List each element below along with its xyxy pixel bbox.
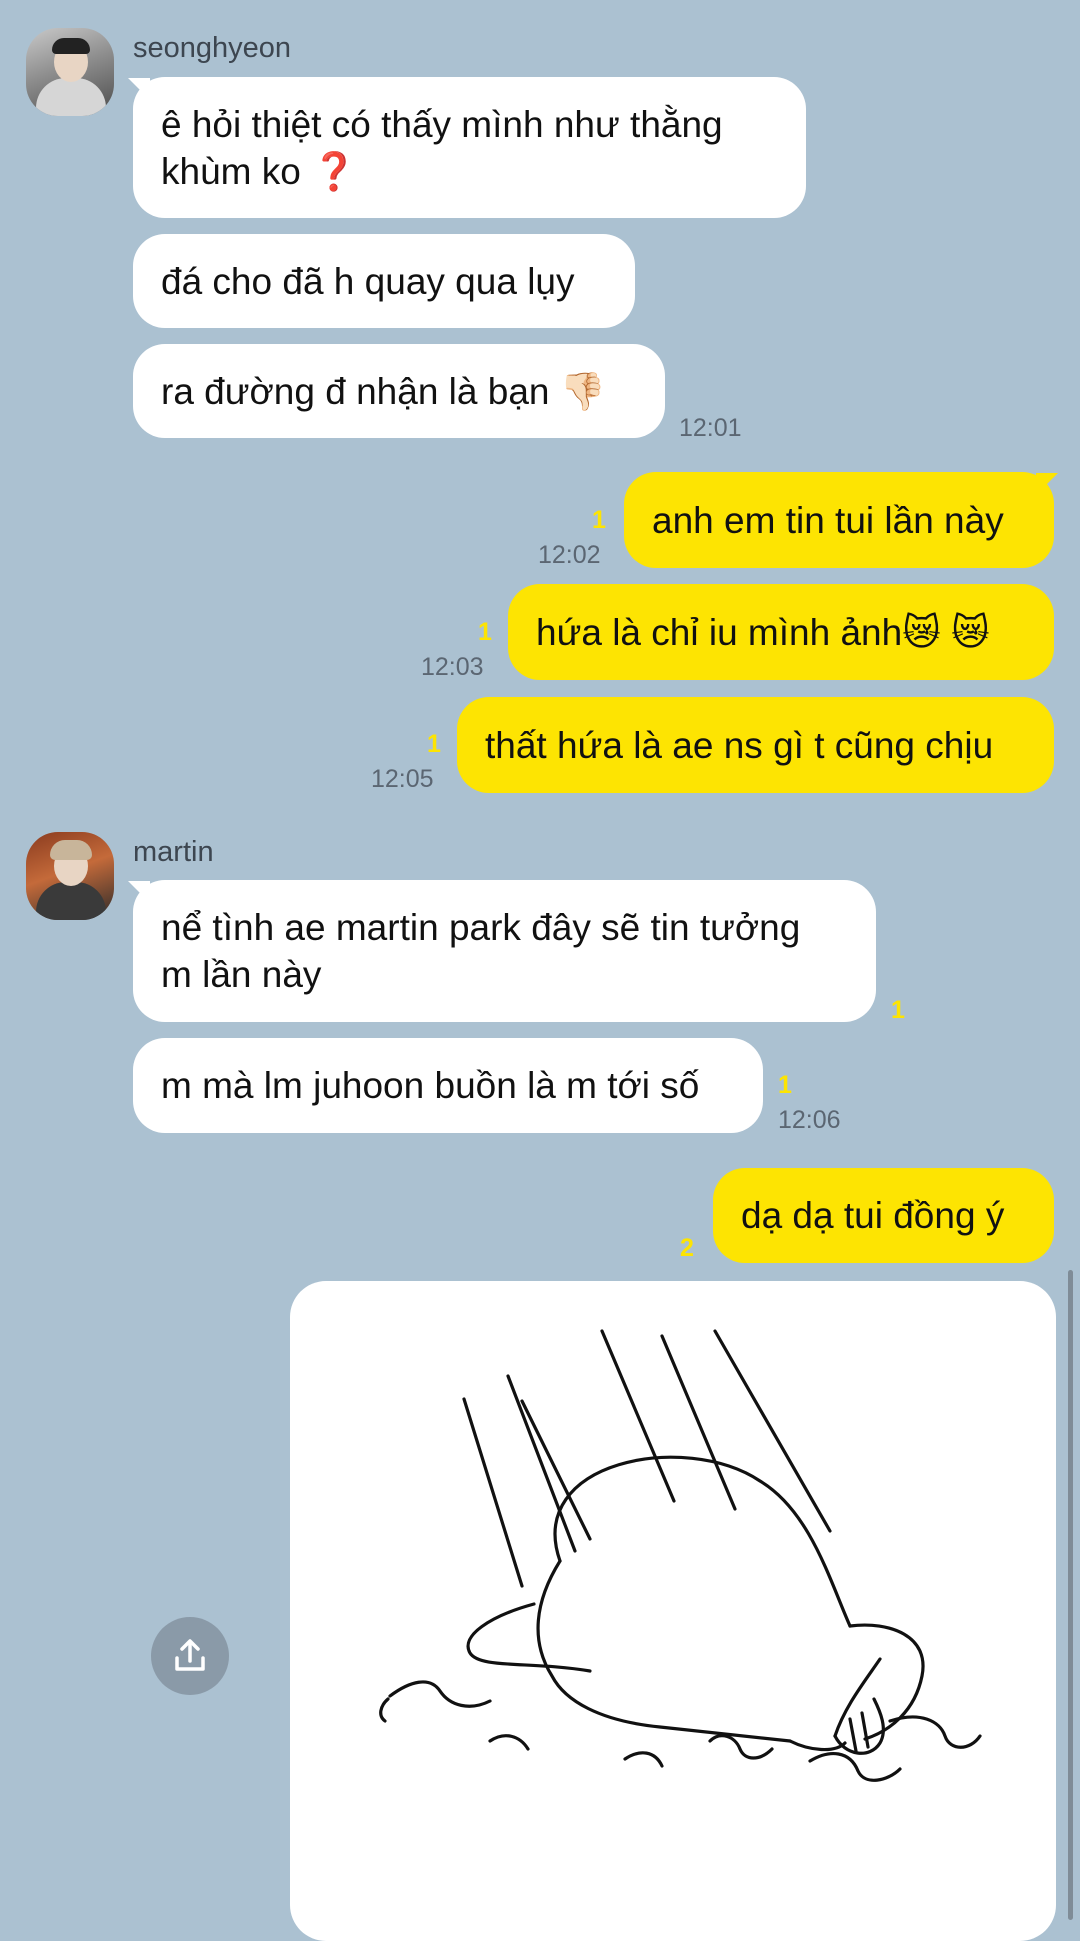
message-bubble-incoming[interactable]: ra đường đ nhận là bạn 👎🏻 bbox=[133, 344, 665, 438]
message-text: dạ dạ tui đồng ý bbox=[741, 1195, 1005, 1236]
message-time: 12:01 bbox=[679, 414, 742, 442]
message-text: ê hỏi thiệt có thấy mình như thằng bbox=[161, 104, 723, 145]
message-bubble-incoming[interactable]: ê hỏi thiệt có thấy mình như thằng khùm … bbox=[133, 77, 806, 218]
share-button[interactable] bbox=[151, 1617, 229, 1695]
message-time: 12:03 bbox=[421, 653, 484, 681]
sender-name: seonghyeon bbox=[133, 32, 292, 64]
message-text: hứa là chỉ iu mình ảnh bbox=[536, 611, 903, 653]
message-text: m lần này bbox=[161, 954, 322, 995]
message-text: nể tình ae martin park đây sẽ tin tưởng bbox=[161, 907, 801, 948]
crying-cat-icon: 😿 😿 bbox=[902, 611, 990, 653]
message-text: đá cho đã h quay qua lụy bbox=[161, 260, 575, 302]
message-bubble-incoming[interactable]: đá cho đã h quay qua lụy bbox=[133, 234, 635, 328]
message-text: anh em tin tui lần này bbox=[652, 499, 1004, 541]
unread-count: 1 bbox=[427, 730, 441, 758]
message-bubble-outgoing[interactable]: thất hứa là ae ns gì t cũng chịu bbox=[457, 697, 1054, 793]
sender-name: martin bbox=[133, 836, 214, 868]
unread-count: 1 bbox=[592, 506, 606, 534]
upload-share-icon bbox=[175, 1639, 205, 1671]
avatar-martin[interactable] bbox=[26, 832, 114, 920]
scrollbar[interactable] bbox=[1068, 1270, 1073, 1920]
message-text: thất hứa là ae ns gì t cũng chịu bbox=[485, 724, 994, 766]
message-text: m mà lm juhoon buồn là m tới số bbox=[161, 1065, 700, 1106]
unread-count: 1 bbox=[478, 618, 492, 646]
unread-count: 1 bbox=[778, 1071, 792, 1099]
unread-count: 2 bbox=[680, 1234, 694, 1262]
unread-count: 1 bbox=[891, 996, 905, 1024]
message-time: 12:02 bbox=[538, 541, 601, 569]
message-text: khùm ko bbox=[161, 151, 301, 192]
message-bubble-outgoing[interactable]: dạ dạ tui đồng ý bbox=[713, 1168, 1054, 1263]
message-time: 12:05 bbox=[371, 765, 434, 793]
question-mark-icon: ❓ bbox=[311, 151, 358, 192]
message-bubble-incoming[interactable]: nể tình ae martin park đây sẽ tin tưởng … bbox=[133, 880, 876, 1022]
avatar-seonghyeon[interactable] bbox=[26, 28, 114, 116]
message-text: ra đường đ nhận là bạn bbox=[161, 370, 550, 412]
message-time: 12:06 bbox=[778, 1106, 841, 1134]
message-bubble-outgoing[interactable]: hứa là chỉ iu mình ảnh 😿 😿 bbox=[508, 584, 1054, 680]
message-bubble-outgoing[interactable]: anh em tin tui lần này bbox=[624, 472, 1054, 568]
image-message[interactable] bbox=[290, 1281, 1056, 1941]
message-bubble-incoming[interactable]: m mà lm juhoon buồn là m tới số bbox=[133, 1038, 763, 1133]
thumbs-down-icon: 👎🏻 bbox=[559, 370, 606, 412]
bowing-figure-sticker bbox=[379, 1329, 982, 1782]
